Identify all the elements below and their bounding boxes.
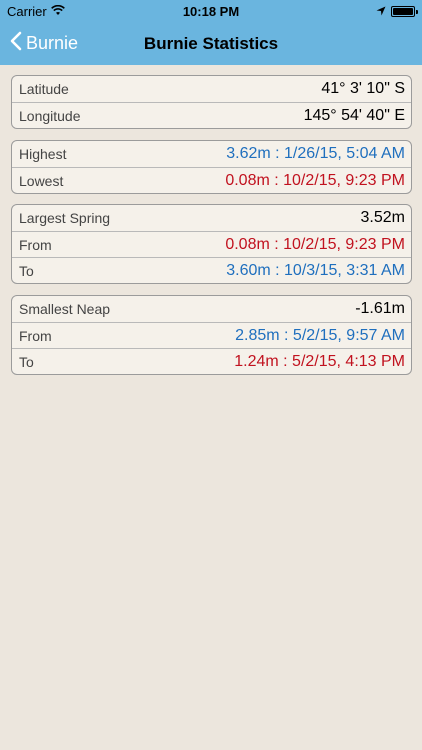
- neap-from-label: From: [19, 327, 52, 344]
- latitude-value: 41° 3' 10" S: [321, 80, 405, 97]
- neap-from-value: 2.85m : 5/2/15, 9:57 AM: [235, 326, 405, 344]
- status-time: 10:18 PM: [182, 4, 240, 19]
- header: Carrier 10:18 PM Burnie Burnie Statistic…: [0, 0, 422, 65]
- status-bar: Carrier 10:18 PM: [0, 0, 422, 22]
- neap-to-value: 1.24m : 5/2/15, 4:13 PM: [234, 352, 405, 370]
- lowest-label: Lowest: [19, 172, 64, 189]
- largest-spring-label: Largest Spring: [19, 210, 111, 226]
- neap-to-label: To: [19, 353, 34, 370]
- lowest-value: 0.08m : 10/2/15, 9:23 PM: [225, 171, 405, 189]
- highest-label: Highest: [19, 146, 67, 162]
- smallest-neap-value: -1.61m: [355, 300, 405, 317]
- highest-value: 3.62m : 1/26/15, 5:04 AM: [226, 145, 405, 162]
- largest-spring-group: Largest Spring 3.52m From 0.08m : 10/2/1…: [11, 204, 412, 284]
- spring-from-value: 0.08m : 10/2/15, 9:23 PM: [225, 235, 405, 253]
- nav-bar: Burnie Burnie Statistics: [0, 22, 422, 65]
- battery-icon: [391, 6, 418, 17]
- longitude-row: Longitude 145° 54' 40" E: [12, 102, 411, 128]
- longitude-value: 145° 54' 40" E: [303, 106, 405, 124]
- latitude-row: Latitude 41° 3' 10" S: [12, 76, 411, 102]
- largest-spring-value: 3.52m: [360, 209, 405, 226]
- lowest-row: Lowest 0.08m : 10/2/15, 9:23 PM: [12, 167, 411, 193]
- status-right: [376, 4, 418, 19]
- location-group: Latitude 41° 3' 10" S Longitude 145° 54'…: [11, 75, 412, 129]
- neap-to-row: To 1.24m : 5/2/15, 4:13 PM: [12, 348, 411, 374]
- smallest-neap-label: Smallest Neap: [19, 301, 111, 317]
- spring-to-row: To 3.60m : 10/3/15, 3:31 AM: [12, 257, 411, 283]
- latitude-label: Latitude: [19, 81, 69, 97]
- highest-row: Highest 3.62m : 1/26/15, 5:04 AM: [12, 141, 411, 167]
- extremes-group: Highest 3.62m : 1/26/15, 5:04 AM Lowest …: [11, 140, 412, 194]
- smallest-neap-group: Smallest Neap -1.61m From 2.85m : 5/2/15…: [11, 295, 412, 375]
- spring-to-value: 3.60m : 10/3/15, 3:31 AM: [226, 261, 405, 279]
- spring-from-row: From 0.08m : 10/2/15, 9:23 PM: [12, 231, 411, 257]
- longitude-label: Longitude: [19, 107, 81, 124]
- page-title: Burnie Statistics: [143, 34, 279, 53]
- spring-from-label: From: [19, 236, 52, 253]
- neap-from-row: From 2.85m : 5/2/15, 9:57 AM: [12, 322, 411, 348]
- largest-spring-row: Largest Spring 3.52m: [12, 205, 411, 231]
- smallest-neap-row: Smallest Neap -1.61m: [12, 296, 411, 322]
- location-arrow-icon: [376, 4, 386, 19]
- spring-to-label: To: [19, 262, 34, 279]
